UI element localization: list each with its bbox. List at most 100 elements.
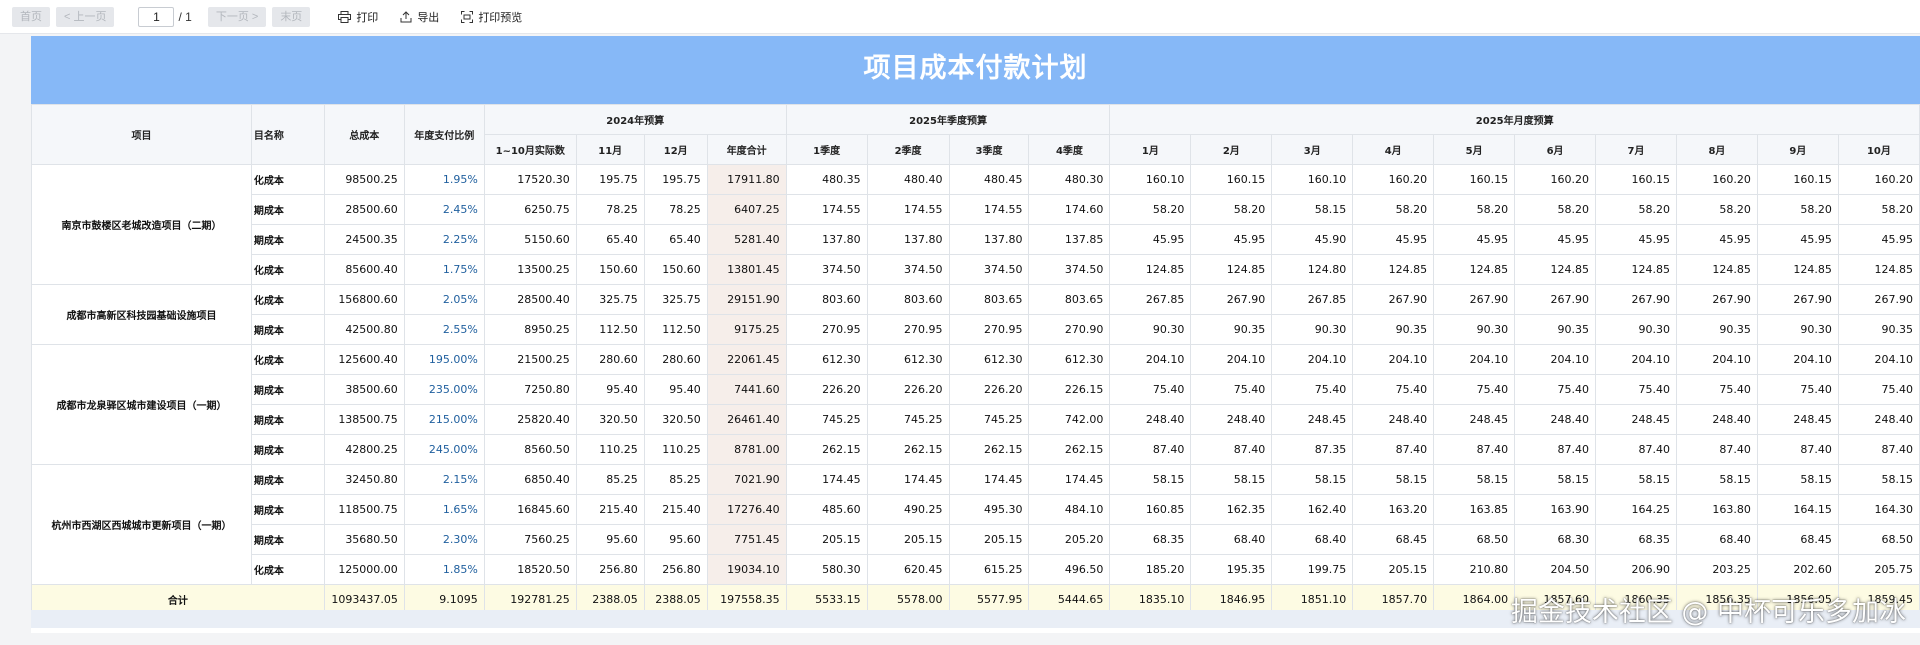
- value-cell: 124.85: [1675, 254, 1758, 285]
- value-cell: 267.90: [1756, 284, 1839, 315]
- value-cell: 75.40: [1271, 374, 1354, 405]
- value-cell: 195.35: [1190, 554, 1273, 585]
- value-cell: 45.95: [1595, 224, 1677, 255]
- value-cell: 262.15: [1028, 434, 1111, 465]
- value-cell: 160.20: [1675, 164, 1758, 195]
- value-cell: 204.10: [1190, 344, 1273, 375]
- value-cell: 485.60: [785, 494, 868, 525]
- annual-ratio-cell: 1.95%: [403, 164, 485, 195]
- value-cell: 18520.50: [483, 554, 577, 585]
- value-cell: 124.80: [1271, 254, 1354, 285]
- value-cell: 124.85: [1352, 254, 1435, 285]
- value-cell: 150.60: [575, 254, 645, 285]
- header-item-name: 目名称: [250, 104, 325, 165]
- value-cell: 87.40: [1675, 434, 1758, 465]
- value-cell: 226.20: [948, 374, 1030, 405]
- page-number-input[interactable]: [138, 6, 175, 27]
- value-cell: 87.40: [1109, 434, 1192, 465]
- value-cell: 248.40: [1190, 404, 1273, 435]
- value-cell: 68.40: [1271, 524, 1354, 555]
- value-cell: 374.50: [785, 254, 868, 285]
- value-cell: 68.35: [1109, 524, 1192, 555]
- printer-icon: [338, 10, 352, 23]
- value-cell: 160.15: [1595, 164, 1677, 195]
- value-cell: 745.25: [785, 404, 868, 435]
- value-cell: 496.50: [1028, 554, 1111, 585]
- item-name-cell: 化成本: [250, 164, 325, 195]
- value-cell: 124.85: [1595, 254, 1677, 285]
- value-cell: 174.45: [866, 464, 950, 495]
- value-cell: 163.80: [1675, 494, 1758, 525]
- value-cell: 112.50: [575, 314, 645, 345]
- value-cell: 124.85: [1514, 254, 1597, 285]
- total-cost-cell: 42800.25: [323, 434, 405, 465]
- total-cost-cell: 42500.80: [323, 314, 405, 345]
- value-cell: 95.60: [575, 524, 645, 555]
- value-cell: 124.85: [1109, 254, 1192, 285]
- item-name-cell: 化成本: [250, 344, 325, 375]
- header-sub-col: 4月: [1352, 134, 1435, 165]
- value-cell: 124.85: [1756, 254, 1839, 285]
- value-cell: 68.45: [1756, 524, 1839, 555]
- header-sub-col: 9月: [1756, 134, 1839, 165]
- export-button[interactable]: 导出: [400, 9, 439, 25]
- value-cell: 248.45: [1271, 404, 1354, 435]
- value-cell: 58.20: [1352, 194, 1435, 225]
- value-cell: 374.50: [948, 254, 1030, 285]
- value-cell: 19034.10: [706, 554, 787, 585]
- value-cell: 137.80: [785, 224, 868, 255]
- value-cell: 195.75: [643, 164, 708, 195]
- value-cell: 45.95: [1109, 224, 1192, 255]
- prev-page-button[interactable]: < 上一页: [56, 6, 115, 27]
- value-cell: 17520.30: [483, 164, 577, 195]
- value-cell: 90.35: [1352, 314, 1435, 345]
- value-cell: 7021.90: [706, 464, 787, 495]
- value-cell: 21500.25: [483, 344, 577, 375]
- value-cell: 267.85: [1271, 284, 1354, 315]
- next-page-button[interactable]: 下一页 >: [207, 6, 267, 27]
- item-name-cell: 期成本: [250, 464, 325, 495]
- item-name-cell: 期成本: [250, 194, 325, 225]
- annual-ratio-cell: 2.55%: [403, 314, 485, 345]
- value-cell: 480.40: [866, 164, 950, 195]
- value-cell: 195.75: [575, 164, 645, 195]
- value-cell: 45.90: [1271, 224, 1354, 255]
- value-cell: 58.15: [1352, 464, 1435, 495]
- page-total-label: / 1: [178, 9, 192, 24]
- table-row: 杭州市西湖区西城城市更新项目（一期） 期成本 32450.80 2.15% 6850.4…: [31, 464, 1920, 585]
- value-cell: 87.40: [1352, 434, 1435, 465]
- header-sub-col: 10月: [1837, 134, 1920, 165]
- value-cell: 58.15: [1190, 464, 1273, 495]
- value-cell: 803.60: [785, 284, 868, 315]
- total-cost-cell: 24500.35: [323, 224, 405, 255]
- value-cell: 325.75: [643, 284, 708, 315]
- header-project: 项目: [31, 104, 252, 165]
- value-cell: 163.85: [1433, 494, 1516, 525]
- value-cell: 480.45: [948, 164, 1030, 195]
- value-cell: 7250.80: [483, 374, 577, 405]
- total-cost-cell: 125000.00: [323, 554, 405, 585]
- value-cell: 490.25: [866, 494, 950, 525]
- header-sub-col: 3月: [1271, 134, 1354, 165]
- header-sub-col: 8月: [1675, 134, 1758, 165]
- project-name-cell: 杭州市西湖区西城城市更新项目（一期）: [31, 464, 252, 585]
- value-cell: 803.65: [1028, 284, 1111, 315]
- first-page-button[interactable]: 首页: [12, 6, 50, 27]
- table-row: 南京市鼓楼区老城改造项目（二期） 化成本 98500.25 1.95% 17520.30…: [31, 164, 1920, 285]
- value-cell: 162.40: [1271, 494, 1354, 525]
- print-preview-button[interactable]: 打印预览: [461, 9, 522, 25]
- value-cell: 90.30: [1595, 314, 1677, 345]
- value-cell: 160.15: [1190, 164, 1273, 195]
- header-sub-col: 2季度: [866, 134, 950, 165]
- value-cell: 204.10: [1514, 344, 1597, 375]
- last-page-button[interactable]: 末页: [272, 6, 311, 27]
- value-cell: 162.35: [1190, 494, 1273, 525]
- value-cell: 58.15: [1837, 464, 1920, 495]
- print-button[interactable]: 打印: [338, 9, 378, 25]
- value-cell: 78.25: [643, 194, 708, 225]
- value-cell: 58.20: [1675, 194, 1758, 225]
- value-cell: 16845.60: [483, 494, 577, 525]
- value-cell: 270.95: [948, 314, 1030, 345]
- annual-ratio-cell: 195.00%: [403, 344, 485, 375]
- value-cell: 160.10: [1271, 164, 1354, 195]
